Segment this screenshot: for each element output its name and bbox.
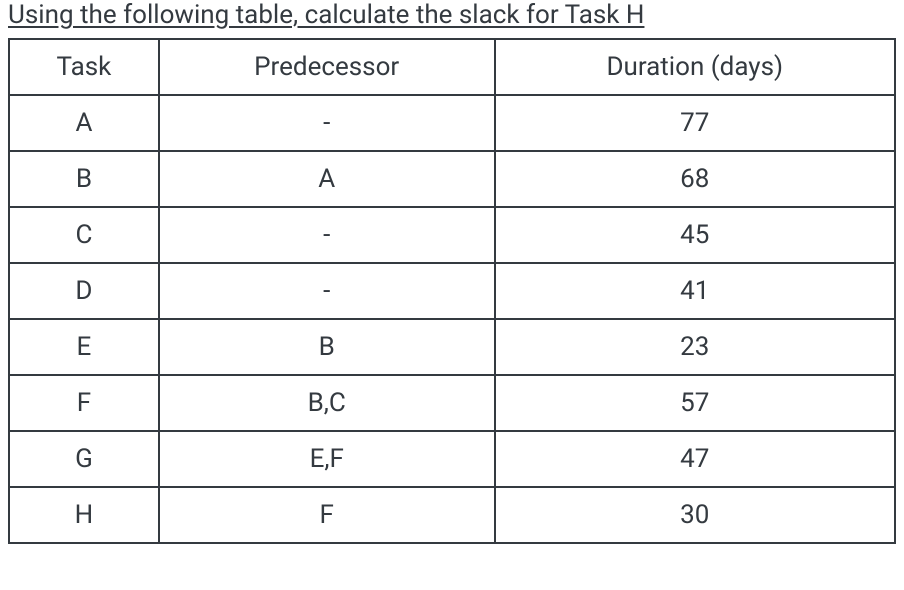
- cell-duration: 57: [495, 375, 895, 431]
- cell-task: G: [9, 431, 159, 487]
- table-row: C - 45: [9, 207, 895, 263]
- table-row: G E,F 47: [9, 431, 895, 487]
- cell-predecessor: B,C: [159, 375, 495, 431]
- cell-predecessor: E,F: [159, 431, 495, 487]
- question-title: Using the following table, calculate the…: [0, 0, 904, 38]
- cell-duration: 23: [495, 319, 895, 375]
- cell-task: H: [9, 487, 159, 543]
- table-row: F B,C 57: [9, 375, 895, 431]
- cell-duration: 41: [495, 263, 895, 319]
- cell-duration: 45: [495, 207, 895, 263]
- cell-predecessor: F: [159, 487, 495, 543]
- table-row: D - 41: [9, 263, 895, 319]
- table-row: B A 68: [9, 151, 895, 207]
- cell-predecessor: -: [159, 263, 495, 319]
- header-task: Task: [9, 39, 159, 95]
- cell-predecessor: B: [159, 319, 495, 375]
- table-row: H F 30: [9, 487, 895, 543]
- cell-predecessor: -: [159, 207, 495, 263]
- cell-task: C: [9, 207, 159, 263]
- cell-task: A: [9, 95, 159, 151]
- header-predecessor: Predecessor: [159, 39, 495, 95]
- table-row: E B 23: [9, 319, 895, 375]
- header-duration: Duration (days): [495, 39, 895, 95]
- cell-task: D: [9, 263, 159, 319]
- cell-task: E: [9, 319, 159, 375]
- cell-duration: 68: [495, 151, 895, 207]
- table-wrapper: Task Predecessor Duration (days) A - 77 …: [0, 38, 904, 544]
- cell-task: B: [9, 151, 159, 207]
- cell-task: F: [9, 375, 159, 431]
- table-header-row: Task Predecessor Duration (days): [9, 39, 895, 95]
- cell-duration: 47: [495, 431, 895, 487]
- cell-duration: 77: [495, 95, 895, 151]
- cell-predecessor: A: [159, 151, 495, 207]
- cell-predecessor: -: [159, 95, 495, 151]
- task-table: Task Predecessor Duration (days) A - 77 …: [8, 38, 896, 544]
- cell-duration: 30: [495, 487, 895, 543]
- table-row: A - 77: [9, 95, 895, 151]
